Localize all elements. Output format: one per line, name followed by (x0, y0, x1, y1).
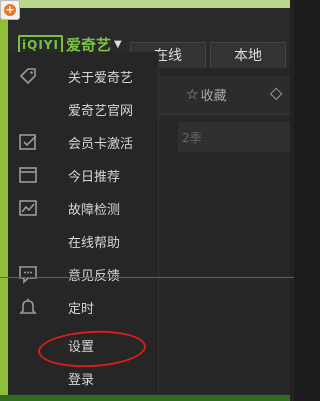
menu-item-diagnostics[interactable]: 故障检测 (8, 194, 158, 222)
favorites-label: 收藏 (200, 89, 227, 104)
menu-item-label: 故障检测 (68, 203, 121, 218)
menu-item-help[interactable]: 在线帮助 (8, 227, 158, 255)
feedback-icon (19, 266, 37, 284)
favorites-button[interactable]: ☆ 收藏 (186, 85, 227, 105)
tab-local[interactable]: 本地 (210, 42, 286, 68)
menu-item-label: 会员卡激活 (68, 137, 134, 152)
window-frame-bottom (0, 395, 294, 401)
menu-item-feedback[interactable]: 意见反馈 (8, 260, 158, 288)
caret-down-icon: ▼ (113, 39, 122, 50)
menu-item-label: 意见反馈 (68, 269, 121, 284)
menu-item-login[interactable]: 登录 (8, 364, 158, 392)
calendar-icon (19, 167, 37, 183)
bell-icon (19, 298, 37, 314)
menu-item-label: 爱奇艺官网 (68, 104, 134, 119)
episode-row[interactable]: 2季 (178, 122, 290, 152)
window-frame-right (290, 0, 294, 401)
window-frame-left (0, 0, 8, 401)
season-label: 2季 (182, 131, 202, 145)
menu-item-timer[interactable]: 定时 (8, 293, 158, 321)
annotation-line (0, 277, 294, 278)
menu-item-label: 今日推荐 (68, 170, 121, 185)
menu-item-label: 在线帮助 (68, 236, 121, 251)
add-widget-button[interactable]: + (0, 0, 20, 20)
menu-item-about[interactable]: 关于爱奇艺 (8, 62, 158, 90)
plus-icon: + (4, 3, 16, 16)
star-icon: ☆ (186, 86, 199, 103)
menu-item-website[interactable]: 爱奇艺官网 (8, 95, 158, 123)
tag-icon[interactable]: ◇ (270, 83, 282, 102)
chart-icon (19, 200, 37, 216)
menu-item-today[interactable]: 今日推荐 (8, 161, 158, 189)
menu-item-vip-card[interactable]: 会员卡激活 (8, 128, 158, 156)
window-frame-top (0, 0, 294, 8)
menu-item-label: 登录 (68, 373, 95, 388)
menu-item-label: 关于爱奇艺 (68, 71, 134, 86)
card-check-icon (19, 134, 37, 150)
menu-item-label: 定时 (68, 302, 95, 317)
tag-icon (19, 68, 36, 85)
